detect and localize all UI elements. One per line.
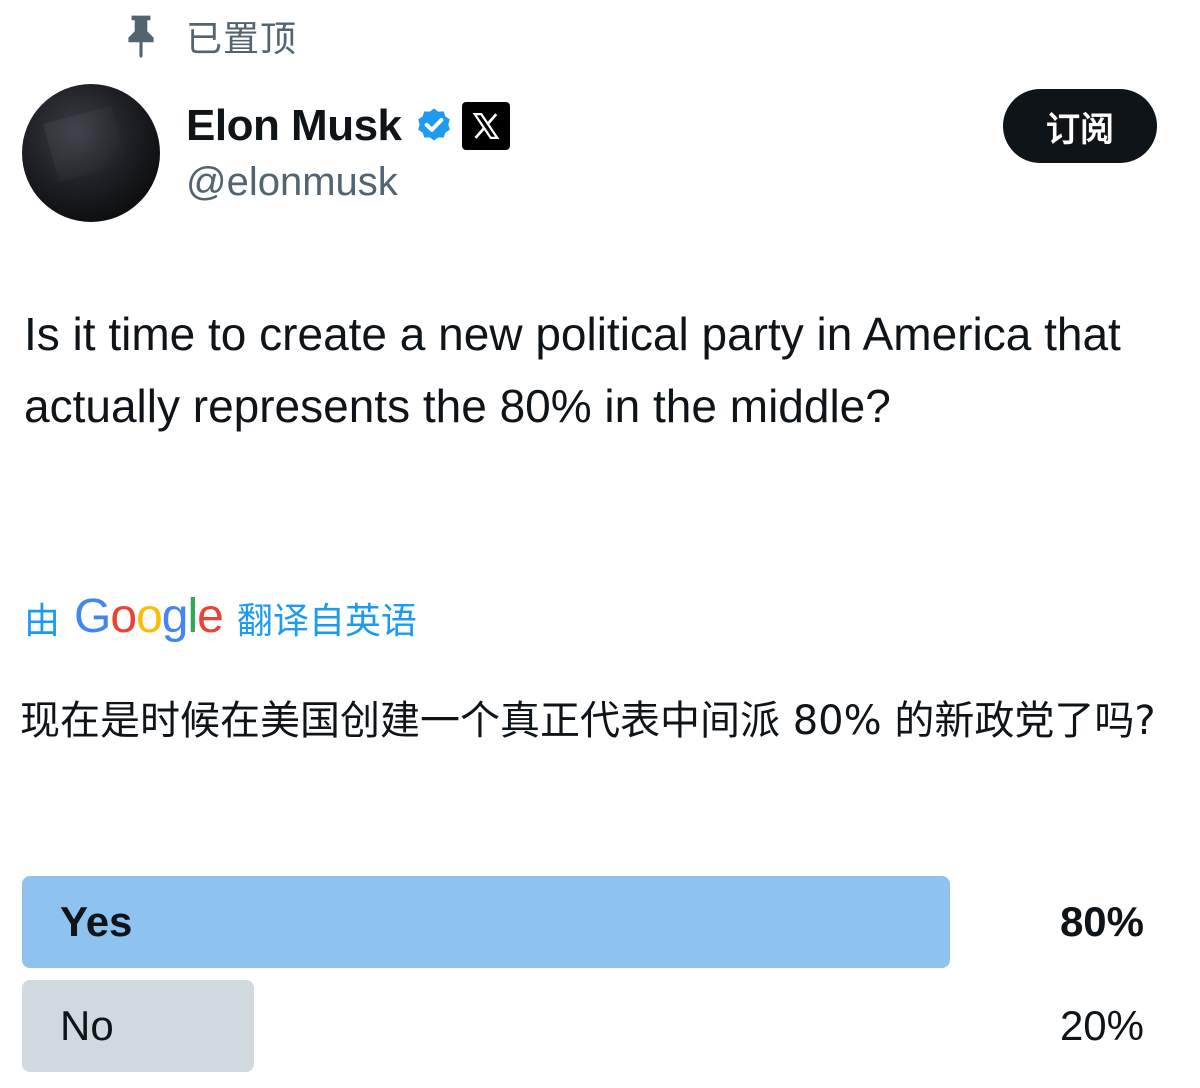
poll-bar-no (22, 980, 254, 1072)
verified-badge-icon[interactable] (414, 106, 454, 146)
poll-bar-yes (22, 876, 950, 968)
google-logo: Google (74, 589, 224, 643)
poll: Yes 80% No 20% (22, 876, 1154, 1084)
x-logo-glyph (472, 113, 499, 139)
translation-attribution[interactable]: 由 Google 翻译自英语 (24, 590, 417, 646)
avatar[interactable] (22, 84, 160, 222)
translated-text: 现在是时候在美国创建一个真正代表中间派 80% 的新政党了吗? (20, 698, 1156, 744)
translation-suffix: 翻译自英语 (236, 601, 417, 642)
translation-prefix: 由 (24, 601, 61, 642)
poll-option-label: No (60, 1002, 114, 1049)
poll-option-label: Yes (60, 898, 133, 945)
pinned-indicator: 已置顶 (122, 12, 297, 60)
author-handle[interactable]: @elonmusk (186, 160, 398, 205)
author-display-name[interactable]: Elon Musk (186, 101, 402, 151)
subscribe-button[interactable]: 订阅 (1003, 89, 1157, 163)
poll-option-no: No 20% (22, 980, 1154, 1072)
author-name-row: Elon Musk (186, 98, 510, 154)
x-logo-icon[interactable] (461, 102, 510, 150)
tweet-text: Is it time to create a new political par… (24, 308, 1121, 432)
poll-option-percent: 80% (1059, 898, 1144, 945)
poll-option-percent: 20% (1059, 1002, 1144, 1049)
poll-option-yes: Yes 80% (22, 876, 1154, 968)
pinned-label: 已置顶 (186, 19, 298, 60)
avatar-shine (43, 105, 127, 183)
pin-icon (128, 15, 154, 58)
